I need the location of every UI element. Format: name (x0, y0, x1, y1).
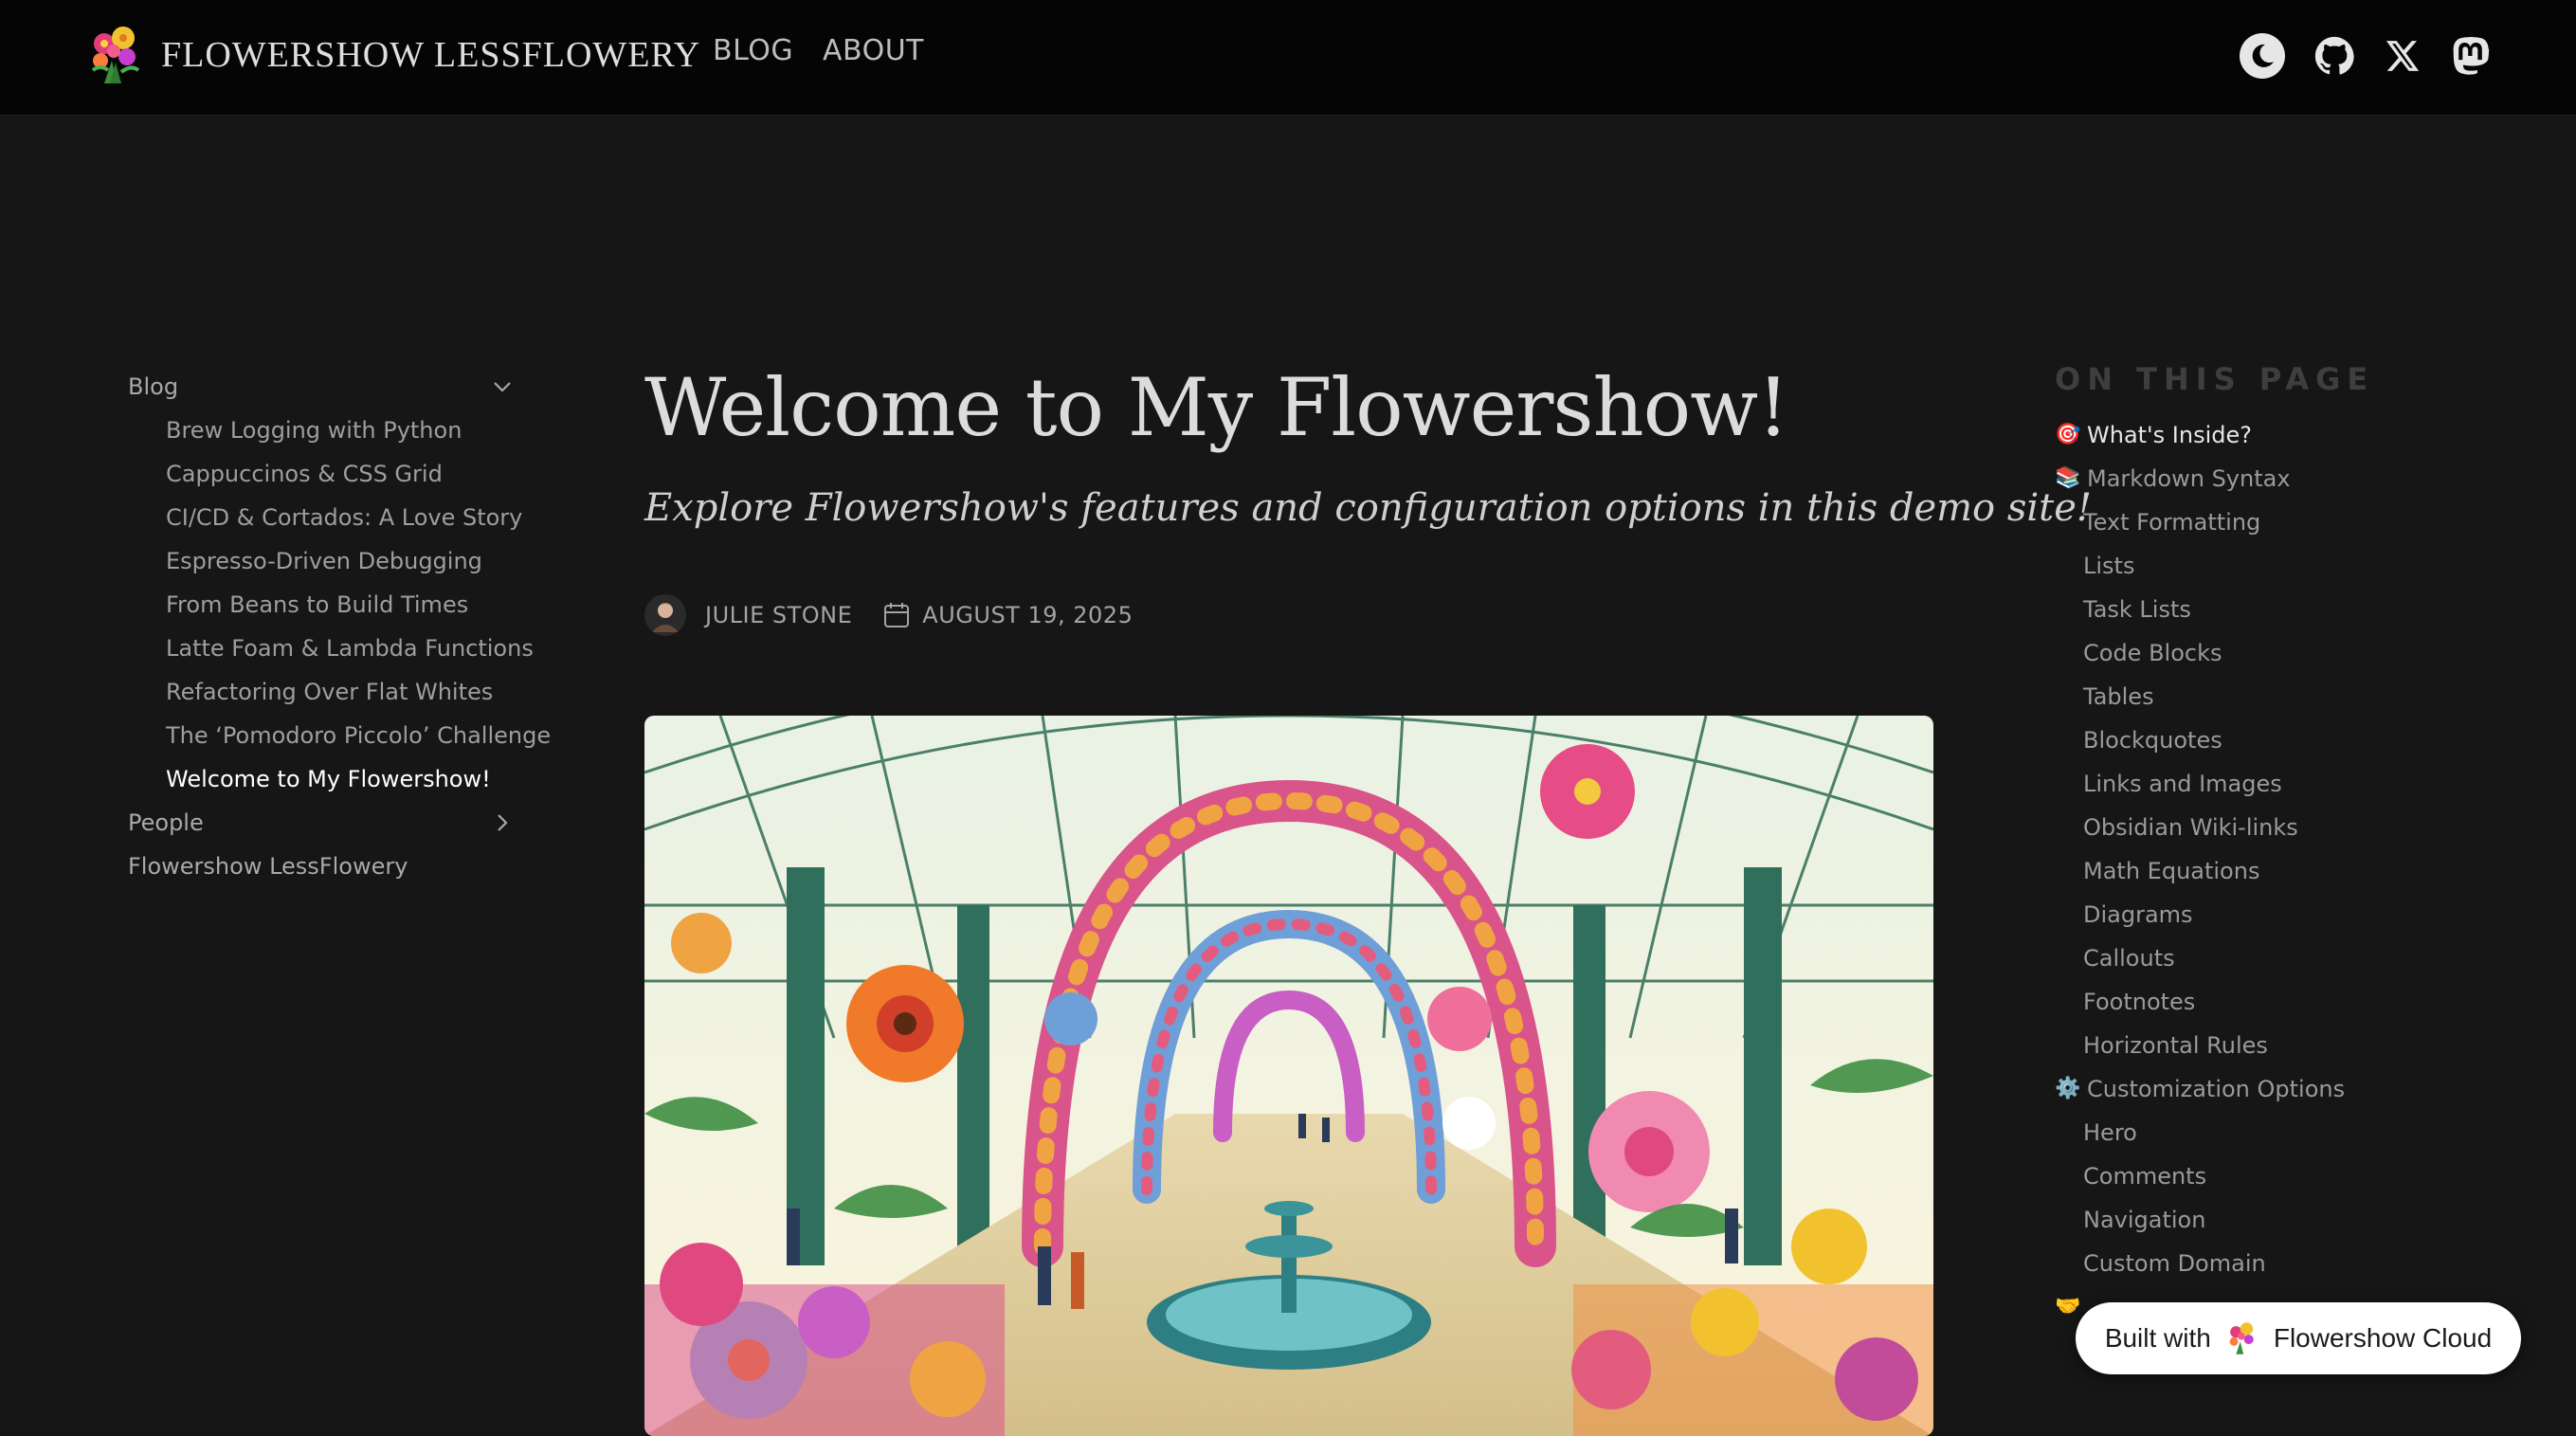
nav-link-blog[interactable]: BLOG (713, 34, 793, 67)
toc-item-label: What's Inside? (2087, 422, 2252, 448)
toc-item-code-blocks[interactable]: Code Blocks (2055, 631, 2453, 675)
brand-name: FLOWERSHOW LESSFLOWERY (161, 35, 701, 75)
toc-item-footnotes[interactable]: Footnotes (2055, 980, 2453, 1024)
toc-item-tables[interactable]: Tables (2055, 675, 2453, 718)
sidebar-section-people[interactable]: People (128, 801, 517, 845)
gear-icon: ⚙️ (2055, 1077, 2081, 1100)
toc-item-callouts[interactable]: Callouts (2055, 936, 2453, 980)
chevron-right-icon[interactable] (488, 801, 517, 845)
sidebar-item-pomodoro-piccolo[interactable]: The ‘Pomodoro Piccolo’ Challenge (128, 714, 551, 757)
page-subtitle: Explore Flowershow's features and config… (644, 486, 2092, 530)
nav-link-about[interactable]: ABOUT (823, 34, 924, 67)
built-with-flowershow-badge[interactable]: Built with Flowershow Cloud (2076, 1302, 2521, 1374)
toc-item-label: Markdown Syntax (2087, 465, 2291, 492)
post-date: AUGUST 19, 2025 (922, 602, 1134, 628)
toc-item-markdown-syntax[interactable]: 📚 Markdown Syntax (2055, 457, 2453, 500)
toc-item-links-images[interactable]: Links and Images (2055, 762, 2453, 806)
toc-item-whats-inside[interactable]: 🎯 What's Inside? (2055, 413, 2453, 457)
author-avatar[interactable] (644, 594, 686, 636)
sidebar-item-cappuccinos[interactable]: Cappuccinos & CSS Grid (128, 452, 517, 496)
top-navigation-bar: FLOWERSHOW LESSFLOWERY BLOG ABOUT (0, 0, 2576, 116)
target-icon: 🎯 (2055, 423, 2081, 446)
moon-icon (2240, 33, 2285, 79)
toc-heading: ON THIS PAGE (2055, 361, 2375, 397)
table-of-contents: ON THIS PAGE 🎯 What's Inside? 📚 Markdown… (2055, 351, 2453, 1329)
toc-item-text-formatting[interactable]: Text Formatting (2055, 500, 2453, 544)
toc-item-custom-domain[interactable]: Custom Domain (2055, 1242, 2453, 1285)
article-meta: JULIE STONE AUGUST 19, 2025 (644, 591, 1933, 639)
toc-item-task-lists[interactable]: Task Lists (2055, 588, 2453, 631)
x-icon (2386, 41, 2420, 71)
github-link[interactable] (2309, 30, 2360, 82)
badge-prefix-text: Built with (2104, 1323, 2211, 1353)
theme-toggle-button[interactable] (2237, 30, 2288, 82)
flower-bouquet-logo-icon (2229, 1322, 2254, 1354)
toc-item-comments[interactable]: Comments (2055, 1154, 2453, 1198)
sidebar-item-latte-foam[interactable]: Latte Foam & Lambda Functions (128, 627, 534, 670)
books-icon: 📚 (2055, 466, 2081, 490)
sidebar-section-blog[interactable]: Blog (128, 365, 517, 409)
toc-item-wiki-links[interactable]: Obsidian Wiki-links (2055, 806, 2453, 849)
sidebar-item-refactoring[interactable]: Refactoring Over Flat Whites (128, 670, 517, 714)
sidebar-section-label: People (128, 809, 204, 836)
brand-home-link[interactable]: FLOWERSHOW LESSFLOWERY (83, 21, 700, 89)
toc-list: 🎯 What's Inside? 📚 Markdown Syntax Text … (2055, 413, 2453, 1329)
toc-item-label: Customization Options (2087, 1076, 2346, 1102)
toc-item-hero[interactable]: Hero (2055, 1111, 2453, 1154)
sidebar-item-espresso-debugging[interactable]: Espresso-Driven Debugging (128, 539, 517, 583)
calendar-icon (884, 603, 910, 627)
sidebar-item-beans-build-times[interactable]: From Beans to Build Times (128, 583, 517, 627)
toc-item-diagrams[interactable]: Diagrams (2055, 893, 2453, 936)
x-twitter-link[interactable] (2377, 30, 2428, 82)
sidebar-item-brew-logging[interactable]: Brew Logging with Python (128, 409, 517, 452)
toc-item-blockquotes[interactable]: Blockquotes (2055, 718, 2453, 762)
toc-item-math-equations[interactable]: Math Equations (2055, 849, 2453, 893)
toc-item-horizontal-rules[interactable]: Horizontal Rules (2055, 1024, 2453, 1067)
toc-item-customization-options[interactable]: ⚙️ Customization Options (2055, 1067, 2453, 1111)
sidebar-section-label: Blog (128, 373, 179, 400)
page-title: Welcome to My Flowershow! (644, 361, 1789, 454)
toc-item-navigation[interactable]: Navigation (2055, 1198, 2453, 1242)
sidebar-item-cicd-cortados[interactable]: CI/CD & Cortados: A Love Story (128, 496, 522, 539)
article-main: Welcome to My Flowershow! Explore Flower… (644, 351, 2092, 1436)
hero-image-flower-conservatory (644, 716, 1933, 1436)
toc-item-lists[interactable]: Lists (2055, 544, 2453, 588)
mastodon-icon (2453, 37, 2490, 75)
sidebar-section-flowershow-lessflowery[interactable]: Flowershow LessFlowery (128, 845, 517, 888)
chevron-down-icon[interactable] (488, 365, 517, 409)
sidebar-item-welcome-active[interactable]: Welcome to My Flowershow! (128, 757, 517, 801)
badge-name-text: Flowershow Cloud (2273, 1323, 2493, 1353)
github-icon (2314, 36, 2354, 75)
author-name[interactable]: JULIE STONE (705, 602, 852, 628)
mastodon-link[interactable] (2445, 30, 2496, 82)
flower-bouquet-logo-icon (91, 27, 140, 83)
sidebar-section-label: Flowershow LessFlowery (128, 853, 408, 880)
sidebar-navigation: Blog Brew Logging with Python Cappuccino… (128, 365, 551, 888)
